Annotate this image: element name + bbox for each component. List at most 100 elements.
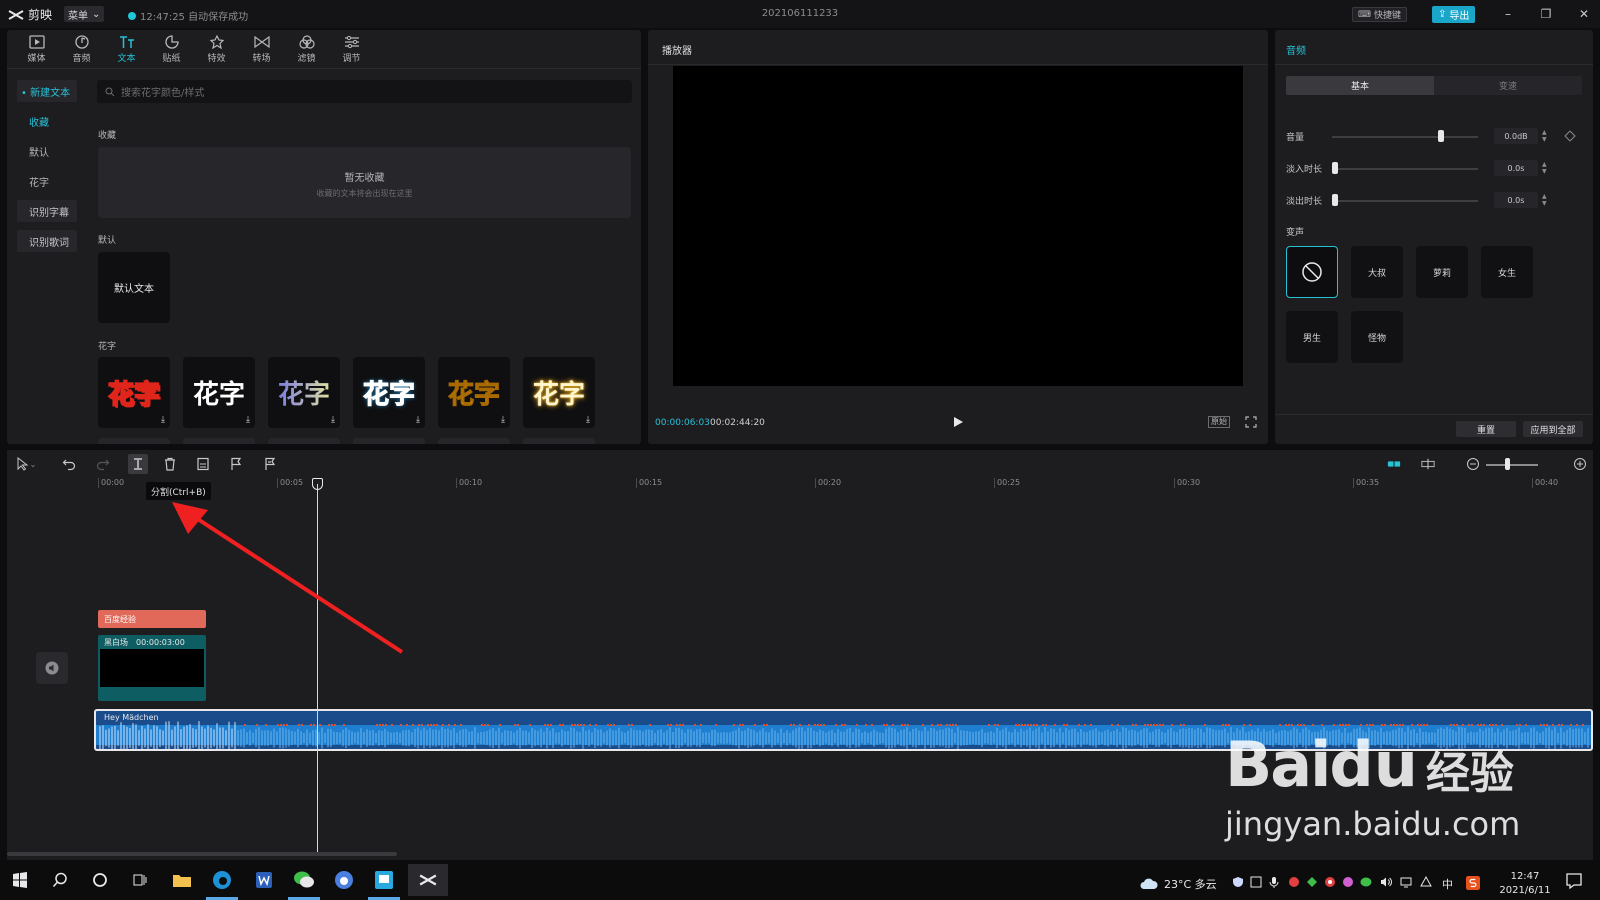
tab-adjust[interactable]: 调节 bbox=[329, 32, 374, 66]
volume-icon[interactable] bbox=[1380, 876, 1392, 888]
weather-widget[interactable]: 23°C 多云 bbox=[1140, 876, 1217, 892]
tab-media[interactable]: 媒体 bbox=[14, 32, 59, 66]
tray-app-icon[interactable] bbox=[1250, 876, 1262, 888]
link-toggle[interactable] bbox=[1418, 456, 1438, 472]
redo-button[interactable] bbox=[95, 456, 111, 472]
taskbar-edge[interactable] bbox=[210, 868, 234, 892]
voice-uncle-tile[interactable]: 大叔 bbox=[1351, 246, 1403, 298]
tray-app-icon[interactable] bbox=[1306, 876, 1318, 888]
fade-in-slider-handle[interactable] bbox=[1332, 162, 1338, 174]
freeze-frame-button[interactable] bbox=[195, 456, 211, 472]
nav-default[interactable]: 默认 bbox=[17, 140, 77, 162]
reset-button[interactable]: 重置 bbox=[1456, 421, 1516, 437]
nav-new-text[interactable]: • 新建文本 bbox=[17, 80, 77, 102]
aspect-ratio-button[interactable]: 原始 bbox=[1208, 416, 1230, 428]
tray-app-icon[interactable] bbox=[1420, 876, 1432, 888]
voice-female-tile[interactable]: 女生 bbox=[1481, 246, 1533, 298]
waveform-peak bbox=[1426, 724, 1428, 726]
zoom-out-button[interactable] bbox=[1465, 456, 1481, 472]
default-text-tile[interactable]: 默认文本 bbox=[98, 252, 170, 323]
fancy-text-tile[interactable]: 花字 ⤓ bbox=[183, 357, 255, 428]
network-icon[interactable] bbox=[1400, 876, 1412, 888]
waveform-peak bbox=[265, 724, 267, 726]
apply-all-button[interactable]: 应用到全部 bbox=[1523, 421, 1583, 437]
fade-out-value[interactable]: 0.0s bbox=[1494, 192, 1538, 208]
stepper-icon[interactable]: ▲ ▼ bbox=[1542, 129, 1550, 143]
taskbar-baidu[interactable] bbox=[332, 868, 356, 892]
system-clock[interactable]: 12:47 2021/6/11 bbox=[1494, 870, 1556, 898]
nav-recognize-subtitles[interactable]: 识别字幕 bbox=[17, 200, 77, 222]
fancy-text-tile[interactable]: 花字 ⤓ bbox=[98, 357, 170, 428]
close-button[interactable]: ✕ bbox=[1576, 6, 1592, 22]
tray-app-icon[interactable] bbox=[1324, 876, 1336, 888]
task-view-button[interactable] bbox=[128, 868, 152, 892]
taskbar-explorer[interactable] bbox=[170, 868, 194, 892]
volume-slider-handle[interactable] bbox=[1438, 130, 1444, 142]
tab-text[interactable]: 文本 bbox=[104, 32, 149, 66]
voice-none-tile[interactable] bbox=[1286, 246, 1338, 298]
split-button[interactable] bbox=[128, 454, 148, 474]
taskbar-app[interactable] bbox=[372, 868, 396, 892]
stepper-icon[interactable]: ▲ ▼ bbox=[1542, 161, 1550, 175]
nav-favorites[interactable]: 收藏 bbox=[17, 110, 77, 132]
fullscreen-icon[interactable] bbox=[1245, 416, 1257, 428]
taskbar-capcut[interactable] bbox=[408, 864, 448, 896]
tray-app-icon[interactable] bbox=[1342, 876, 1354, 888]
fade-out-slider-handle[interactable] bbox=[1332, 194, 1338, 206]
shortcut-button[interactable]: ⌨ 快捷键 bbox=[1352, 7, 1408, 22]
stepper-icon[interactable]: ▲ ▼ bbox=[1542, 193, 1550, 207]
microphone-icon[interactable] bbox=[1268, 876, 1280, 888]
zoom-in-button[interactable] bbox=[1572, 456, 1588, 472]
menu-button[interactable]: 菜单 ⌄ bbox=[64, 6, 105, 22]
shield-icon[interactable] bbox=[1232, 876, 1244, 888]
tab-effects[interactable]: 特效 bbox=[194, 32, 239, 66]
cortana-button[interactable] bbox=[88, 868, 112, 892]
mirror-button[interactable] bbox=[262, 456, 278, 472]
tab-basic[interactable]: 基本 bbox=[1286, 76, 1434, 95]
search-input[interactable]: 搜索花字颜色/样式 bbox=[97, 80, 632, 103]
start-button[interactable] bbox=[8, 868, 32, 892]
tab-audio[interactable]: 音频 bbox=[59, 32, 104, 66]
delete-button[interactable] bbox=[162, 456, 178, 472]
fade-out-slider[interactable] bbox=[1332, 200, 1478, 202]
export-button[interactable]: ⇪ 导出 bbox=[1432, 6, 1476, 23]
fancy-text-tile[interactable]: 花字 ⤓ bbox=[523, 357, 595, 428]
tab-sticker[interactable]: 贴纸 bbox=[149, 32, 194, 66]
track-mute-button[interactable] bbox=[36, 652, 68, 684]
timeline-scrollbar[interactable] bbox=[7, 852, 397, 856]
notification-icon[interactable] bbox=[1565, 872, 1583, 890]
ime-indicator[interactable]: 中 bbox=[1442, 876, 1453, 892]
maximize-button[interactable]: ❐ bbox=[1538, 6, 1554, 22]
tab-speed[interactable]: 变速 bbox=[1434, 76, 1582, 95]
fancy-text-tile[interactable]: 花字 ⤓ bbox=[353, 357, 425, 428]
video-preview[interactable] bbox=[673, 66, 1243, 386]
select-tool[interactable]: ⌄ bbox=[12, 456, 40, 472]
volume-slider[interactable] bbox=[1332, 136, 1478, 138]
nav-recognize-lyrics[interactable]: 识别歌词 bbox=[17, 230, 77, 252]
taskbar-app[interactable] bbox=[252, 868, 276, 892]
wechat-tray-icon[interactable] bbox=[1360, 876, 1372, 888]
zoom-slider-handle[interactable] bbox=[1505, 458, 1510, 470]
playhead-handle[interactable] bbox=[312, 478, 323, 490]
fancy-text-tile[interactable]: 花字 ⤓ bbox=[438, 357, 510, 428]
play-icon[interactable] bbox=[952, 416, 964, 428]
voice-loli-tile[interactable]: 萝莉 bbox=[1416, 246, 1468, 298]
zoom-slider[interactable] bbox=[1486, 464, 1538, 466]
sogou-icon[interactable] bbox=[1466, 876, 1480, 890]
fancy-text-tile[interactable]: 花字 ⤓ bbox=[268, 357, 340, 428]
marker-button[interactable] bbox=[228, 456, 244, 472]
tab-transition[interactable]: 转场 bbox=[239, 32, 284, 66]
fade-in-value[interactable]: 0.0s bbox=[1494, 160, 1538, 176]
voice-male-tile[interactable]: 男生 bbox=[1286, 311, 1338, 363]
tab-filter[interactable]: 滤镜 bbox=[284, 32, 329, 66]
nav-fancy-text[interactable]: 花字 bbox=[17, 170, 77, 192]
minimize-button[interactable]: – bbox=[1500, 6, 1516, 22]
snap-toggle[interactable] bbox=[1384, 456, 1404, 472]
taskbar-search[interactable] bbox=[48, 868, 72, 892]
undo-button[interactable] bbox=[61, 456, 77, 472]
taskbar-wechat[interactable] bbox=[292, 868, 316, 892]
volume-value[interactable]: 0.0dB bbox=[1494, 128, 1538, 144]
voice-monster-tile[interactable]: 怪物 bbox=[1351, 311, 1403, 363]
fade-in-slider[interactable] bbox=[1332, 168, 1478, 170]
tray-app-icon[interactable] bbox=[1288, 876, 1300, 888]
